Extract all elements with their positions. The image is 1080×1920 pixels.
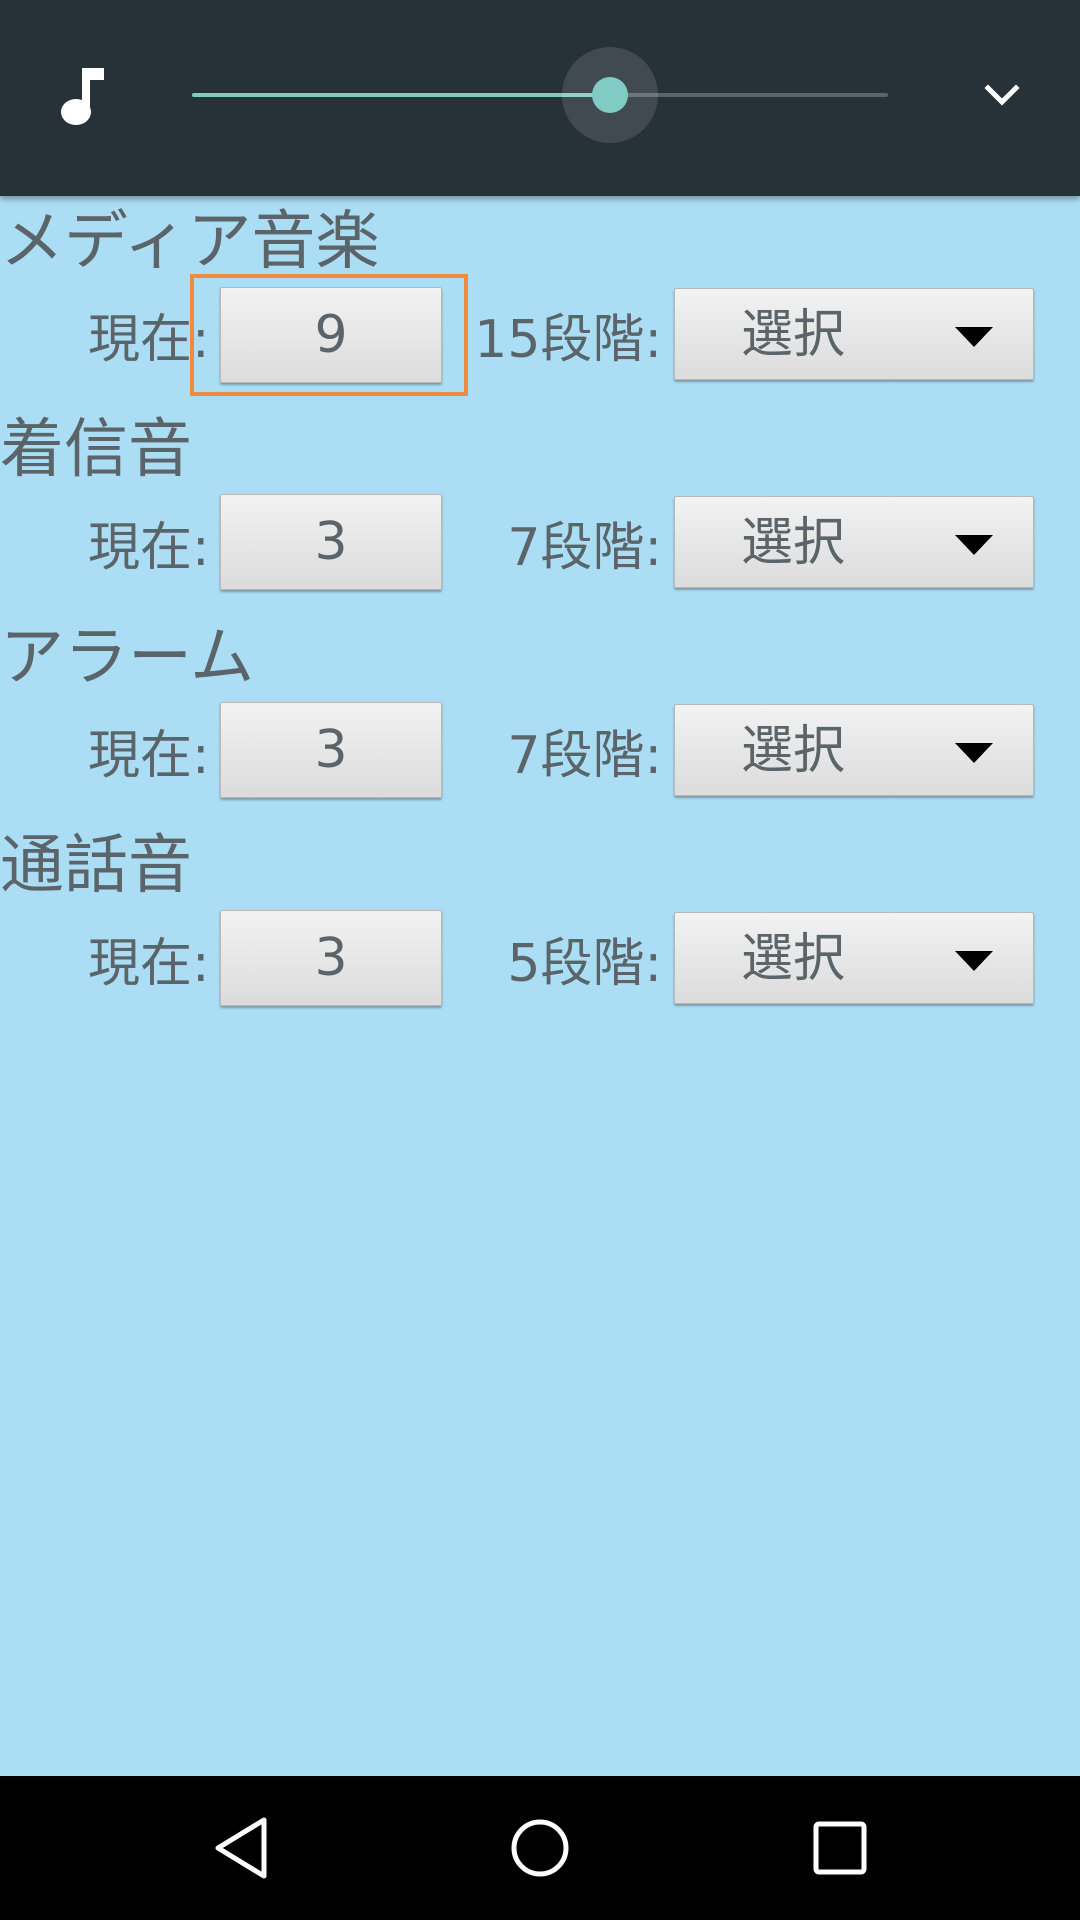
section-title-alarm: アラーム: [0, 621, 255, 695]
section-title-call: 通話音: [0, 829, 192, 903]
section-title-ringtone: 着信音: [0, 413, 192, 487]
dropdown-arrow-icon: [955, 327, 993, 347]
dropdown-arrow-icon: [955, 951, 993, 971]
recents-icon[interactable]: [804, 1812, 876, 1884]
slider-thumb[interactable]: [591, 77, 628, 113]
current-label: 現在:: [88, 518, 210, 578]
dropdown-arrow-icon: [955, 743, 993, 763]
media-steps-label: 15段階:: [474, 310, 662, 370]
back-icon[interactable]: [206, 1812, 278, 1884]
select-label: 選択: [741, 513, 846, 573]
select-label: 選択: [741, 929, 846, 989]
chevron-down-icon[interactable]: [980, 74, 1024, 118]
volume-panel: [0, 0, 1080, 196]
call-steps-label: 5段階:: [507, 934, 662, 994]
select-label: 選択: [741, 305, 846, 365]
call-current-value-button[interactable]: 3: [220, 910, 442, 1006]
highlight-box: [190, 274, 468, 396]
current-label: 現在:: [88, 934, 210, 994]
ringtone-steps-label: 7段階:: [507, 518, 662, 578]
select-label: 選択: [741, 721, 846, 781]
ringtone-select-dropdown[interactable]: 選択: [674, 496, 1034, 588]
call-select-dropdown[interactable]: 選択: [674, 912, 1034, 1004]
navigation-bar: [0, 1776, 1080, 1920]
dropdown-arrow-icon: [955, 535, 993, 555]
slider-fill: [192, 93, 610, 97]
current-label: 現在:: [88, 726, 210, 786]
alarm-current-value-button[interactable]: 3: [220, 702, 442, 798]
alarm-steps-label: 7段階:: [507, 726, 662, 786]
section-title-media: メディア音楽: [0, 205, 380, 279]
media-select-dropdown[interactable]: 選択: [674, 288, 1034, 380]
volume-slider[interactable]: [192, 47, 888, 143]
ringtone-current-value-button[interactable]: 3: [220, 494, 442, 590]
alarm-select-dropdown[interactable]: 選択: [674, 704, 1034, 796]
home-icon[interactable]: [504, 1812, 576, 1884]
music-note-icon[interactable]: [56, 64, 112, 128]
